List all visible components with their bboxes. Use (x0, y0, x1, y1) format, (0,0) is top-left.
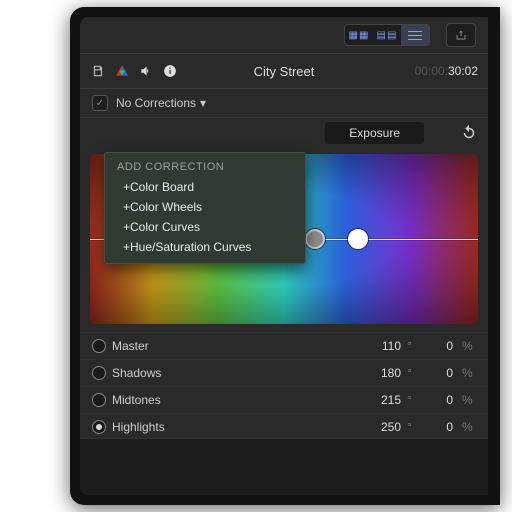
degree-unit: ° (407, 366, 417, 380)
param-label: Midtones (112, 393, 161, 407)
param-angle[interactable]: 180 (371, 366, 401, 380)
param-radio[interactable] (92, 366, 106, 380)
param-angle[interactable]: 215 (371, 393, 401, 407)
view-mode-segmented[interactable]: ▦▦ ▤▤ (344, 24, 430, 46)
popover-item-color-wheels[interactable]: +Color Wheels (105, 197, 305, 217)
param-radio[interactable] (92, 393, 106, 407)
param-percent[interactable]: 0 (437, 420, 453, 434)
reset-button[interactable] (460, 124, 478, 142)
reset-icon (460, 124, 478, 142)
parameters-list: Master 110 ° 0 % Shadows 180 ° 0 (80, 332, 488, 441)
param-row-shadows: Shadows 180 ° 0 % (80, 360, 488, 387)
param-percent[interactable]: 0 (437, 339, 453, 353)
correction-name-dropdown[interactable]: No Corrections ▾ (116, 96, 206, 110)
info-icon (162, 63, 178, 79)
correction-name-label: No Corrections (116, 96, 196, 110)
color-board-tabs: Exposure (80, 118, 488, 148)
timecode-current: 30:02 (448, 64, 478, 78)
timecode-elapsed: 00:00: (415, 64, 448, 78)
share-button[interactable] (446, 23, 476, 47)
param-angle[interactable]: 110 (371, 339, 401, 353)
param-label: Shadows (112, 366, 161, 380)
degree-unit: ° (407, 420, 417, 434)
puck-midtones[interactable] (305, 229, 325, 249)
timecode: 00:00:30:02 (415, 64, 478, 78)
share-icon (455, 29, 467, 41)
top-toolbar: ▦▦ ▤▤ (80, 17, 488, 54)
param-label: Master (112, 339, 149, 353)
view-mode-inspector[interactable] (401, 25, 429, 45)
percent-unit: % (462, 420, 476, 434)
param-label: Highlights (112, 420, 165, 434)
laptop-frame: ▦▦ ▤▤ City Street 00:00:30:02 (70, 7, 500, 505)
clip-header: City Street 00:00:30:02 (80, 54, 488, 89)
popover-item-hue-sat-curves[interactable]: +Hue/Saturation Curves (105, 237, 305, 257)
chevron-down-icon: ▾ (200, 96, 206, 110)
param-row-master: Master 110 ° 0 % (80, 333, 488, 360)
inspector-panel: ▦▦ ▤▤ City Street 00:00:30:02 (80, 17, 488, 495)
degree-unit: ° (407, 393, 417, 407)
param-row-highlights: Highlights 250 ° 0 % (80, 414, 488, 441)
footer-area (80, 438, 488, 495)
param-percent[interactable]: 0 (437, 393, 453, 407)
save-icon (90, 63, 106, 79)
popover-item-color-board[interactable]: +Color Board (105, 177, 305, 197)
degree-unit: ° (407, 339, 417, 353)
correction-enable-checkbox[interactable]: ✓ (92, 95, 108, 111)
percent-unit: % (462, 339, 476, 353)
puck-highlights[interactable] (348, 229, 368, 249)
screen-bezel: ▦▦ ▤▤ City Street 00:00:30:02 (80, 17, 488, 495)
param-radio[interactable] (92, 420, 106, 434)
popover-title: ADD CORRECTION (105, 159, 305, 177)
percent-unit: % (462, 393, 476, 407)
popover-item-color-curves[interactable]: +Color Curves (105, 217, 305, 237)
audio-icon (138, 63, 154, 79)
view-mode-thumbnails[interactable]: ▦▦ (345, 25, 373, 45)
tab-exposure[interactable]: Exposure (325, 122, 424, 144)
correction-bar: ✓ No Corrections ▾ (80, 89, 488, 118)
percent-unit: % (462, 366, 476, 380)
param-percent[interactable]: 0 (437, 366, 453, 380)
param-radio[interactable] (92, 339, 106, 353)
view-mode-list[interactable]: ▤▤ (373, 25, 401, 45)
param-row-midtones: Midtones 215 ° 0 % (80, 387, 488, 414)
add-correction-popover: ADD CORRECTION +Color Board +Color Wheel… (104, 152, 306, 264)
param-angle[interactable]: 250 (371, 420, 401, 434)
color-icon (114, 63, 130, 79)
